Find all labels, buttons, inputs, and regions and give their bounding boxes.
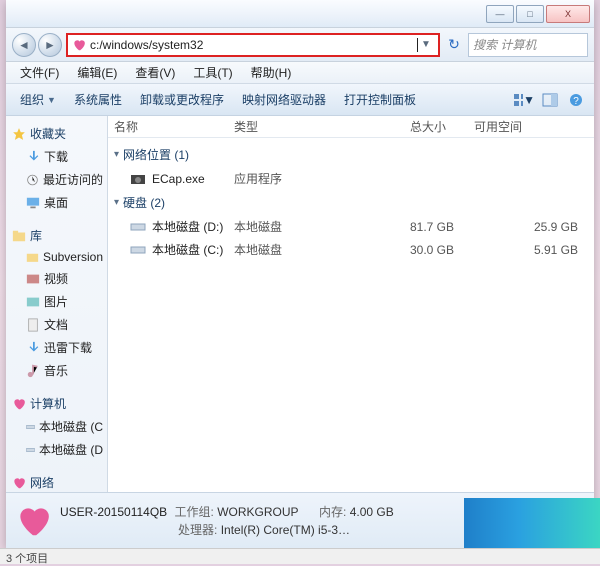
heart-icon [14, 502, 52, 540]
music-icon [26, 364, 40, 378]
details-workgroup: WORKGROUP [217, 505, 298, 519]
body: 收藏夹 下载 最近访问的 桌面 库 Subversion 视频 图片 文档 迅雷… [6, 116, 594, 492]
drive-icon [130, 243, 146, 257]
svg-text:?: ? [573, 96, 579, 107]
collapse-icon: ▾ [114, 149, 119, 160]
pictures-icon [26, 295, 40, 309]
overlay-box [464, 498, 600, 550]
status-text: 3 个项目 [6, 553, 48, 565]
sidebar-network[interactable]: 网络 [6, 471, 107, 492]
details-cpu: Intel(R) Core(TM) i5-3… [221, 523, 350, 537]
sidebar-item-drive-c[interactable]: 本地磁盘 (C [6, 415, 107, 438]
sidebar-item-video[interactable]: 视频 [6, 267, 107, 290]
documents-icon [26, 318, 40, 332]
sidebar-item-downloads[interactable]: 下载 [6, 145, 107, 168]
camera-icon [130, 172, 146, 186]
back-button[interactable]: ◄ [12, 33, 36, 57]
sidebar-favorites[interactable]: 收藏夹 [6, 122, 107, 145]
folder-icon [26, 250, 39, 264]
address-dropdown-icon[interactable]: ▼ [418, 39, 434, 50]
video-icon [26, 272, 40, 286]
close-button[interactable]: X [546, 5, 590, 23]
sidebar: 收藏夹 下载 最近访问的 桌面 库 Subversion 视频 图片 文档 迅雷… [6, 116, 108, 492]
sidebar-item-music[interactable]: 音乐 [6, 359, 107, 382]
group-drives[interactable]: ▾ 硬盘 (2) [114, 190, 588, 215]
desktop-icon [26, 196, 40, 210]
toolbar-properties[interactable]: 系统属性 [66, 87, 130, 112]
help-button[interactable]: ? [564, 89, 588, 111]
column-free[interactable]: 可用空间 [474, 118, 588, 135]
column-type[interactable]: 类型 [234, 118, 334, 135]
maximize-button[interactable]: □ [516, 5, 544, 23]
sidebar-item-xunlei[interactable]: 迅雷下载 [6, 336, 107, 359]
main-pane: 名称 类型 总大小 可用空间 ▾ 网络位置 (1) ECap.exe 应用程序 … [108, 116, 594, 492]
explorer-window: — □ X ◄ ► c:/windows/system32 ▼ ↻ 搜索 计算机… [6, 0, 594, 548]
file-list: ▾ 网络位置 (1) ECap.exe 应用程序 ▾ 硬盘 (2) 本地磁盘 (… [108, 138, 594, 492]
toolbar-network[interactable]: 映射网络驱动器 [234, 87, 334, 112]
menu-help[interactable]: 帮助(H) [243, 62, 300, 83]
sidebar-item-desktop[interactable]: 桌面 [6, 191, 107, 214]
collapse-icon: ▾ [114, 197, 119, 208]
heart-icon [72, 38, 86, 52]
sidebar-item-drive-d[interactable]: 本地磁盘 (D [6, 438, 107, 461]
menu-tools[interactable]: 工具(T) [185, 62, 240, 83]
toolbar: 组织▼ 系统属性 卸载或更改程序 映射网络驱动器 打开控制面板 ▼ ? [6, 84, 594, 116]
download-icon [26, 341, 40, 355]
column-total[interactable]: 总大小 [334, 118, 474, 135]
toolbar-uninstall[interactable]: 卸载或更改程序 [132, 87, 232, 112]
details-memory: 4.00 GB [350, 505, 394, 519]
minimize-button[interactable]: — [486, 5, 514, 23]
titlebar: — □ X [6, 0, 594, 28]
menu-bar: 文件(F) 编辑(E) 查看(V) 工具(T) 帮助(H) [6, 62, 594, 84]
view-mode-button[interactable]: ▼ [512, 89, 536, 111]
list-item[interactable]: 本地磁盘 (C:) 本地磁盘 30.0 GB 5.91 GB [114, 238, 588, 261]
heart-icon [12, 397, 26, 411]
list-item[interactable]: 本地磁盘 (D:) 本地磁盘 81.7 GB 25.9 GB [114, 215, 588, 238]
menu-file[interactable]: 文件(F) [12, 62, 67, 83]
drive-icon [130, 220, 146, 234]
sidebar-item-documents[interactable]: 文档 [6, 313, 107, 336]
menu-view[interactable]: 查看(V) [127, 62, 183, 83]
column-headers: 名称 类型 总大小 可用空间 [108, 116, 594, 138]
sidebar-item-subversion[interactable]: Subversion [6, 247, 107, 267]
sidebar-computer[interactable]: 计算机 [6, 392, 107, 415]
search-box[interactable]: 搜索 计算机 [468, 33, 588, 57]
star-icon [12, 127, 26, 141]
menu-edit[interactable]: 编辑(E) [69, 62, 125, 83]
drive-icon [26, 420, 35, 434]
library-icon [12, 229, 26, 243]
download-icon [26, 150, 40, 164]
address-input[interactable]: c:/windows/system32 [90, 38, 417, 52]
details-cpu-label: 处理器: [178, 523, 217, 537]
details-pcname: USER-20150114QB [60, 505, 167, 519]
pane-icon [542, 93, 558, 107]
search-placeholder: 搜索 计算机 [473, 36, 536, 53]
heart-icon [12, 476, 26, 490]
status-bar: 3 个项目 [0, 548, 600, 564]
group-network-location[interactable]: ▾ 网络位置 (1) [114, 142, 588, 167]
forward-button[interactable]: ► [38, 33, 62, 57]
list-item[interactable]: ECap.exe 应用程序 [114, 167, 588, 190]
toolbar-controlpanel[interactable]: 打开控制面板 [336, 87, 424, 112]
sidebar-item-pictures[interactable]: 图片 [6, 290, 107, 313]
drive-icon [26, 443, 35, 457]
navigation-bar: ◄ ► c:/windows/system32 ▼ ↻ 搜索 计算机 [6, 28, 594, 62]
details-workgroup-label: 工作组: [175, 505, 214, 519]
refresh-button[interactable]: ↻ [444, 35, 464, 55]
view-icon [513, 93, 523, 107]
chevron-down-icon: ▼ [47, 95, 56, 105]
toolbar-organize[interactable]: 组织▼ [12, 87, 64, 112]
preview-pane-button[interactable] [538, 89, 562, 111]
column-name[interactable]: 名称 [114, 118, 234, 135]
address-bar[interactable]: c:/windows/system32 ▼ [66, 33, 440, 57]
sidebar-item-recent[interactable]: 最近访问的 [6, 168, 107, 191]
recent-icon [26, 173, 39, 187]
sidebar-libraries[interactable]: 库 [6, 224, 107, 247]
help-icon: ? [569, 93, 583, 107]
details-memory-label: 内存: [319, 505, 346, 519]
